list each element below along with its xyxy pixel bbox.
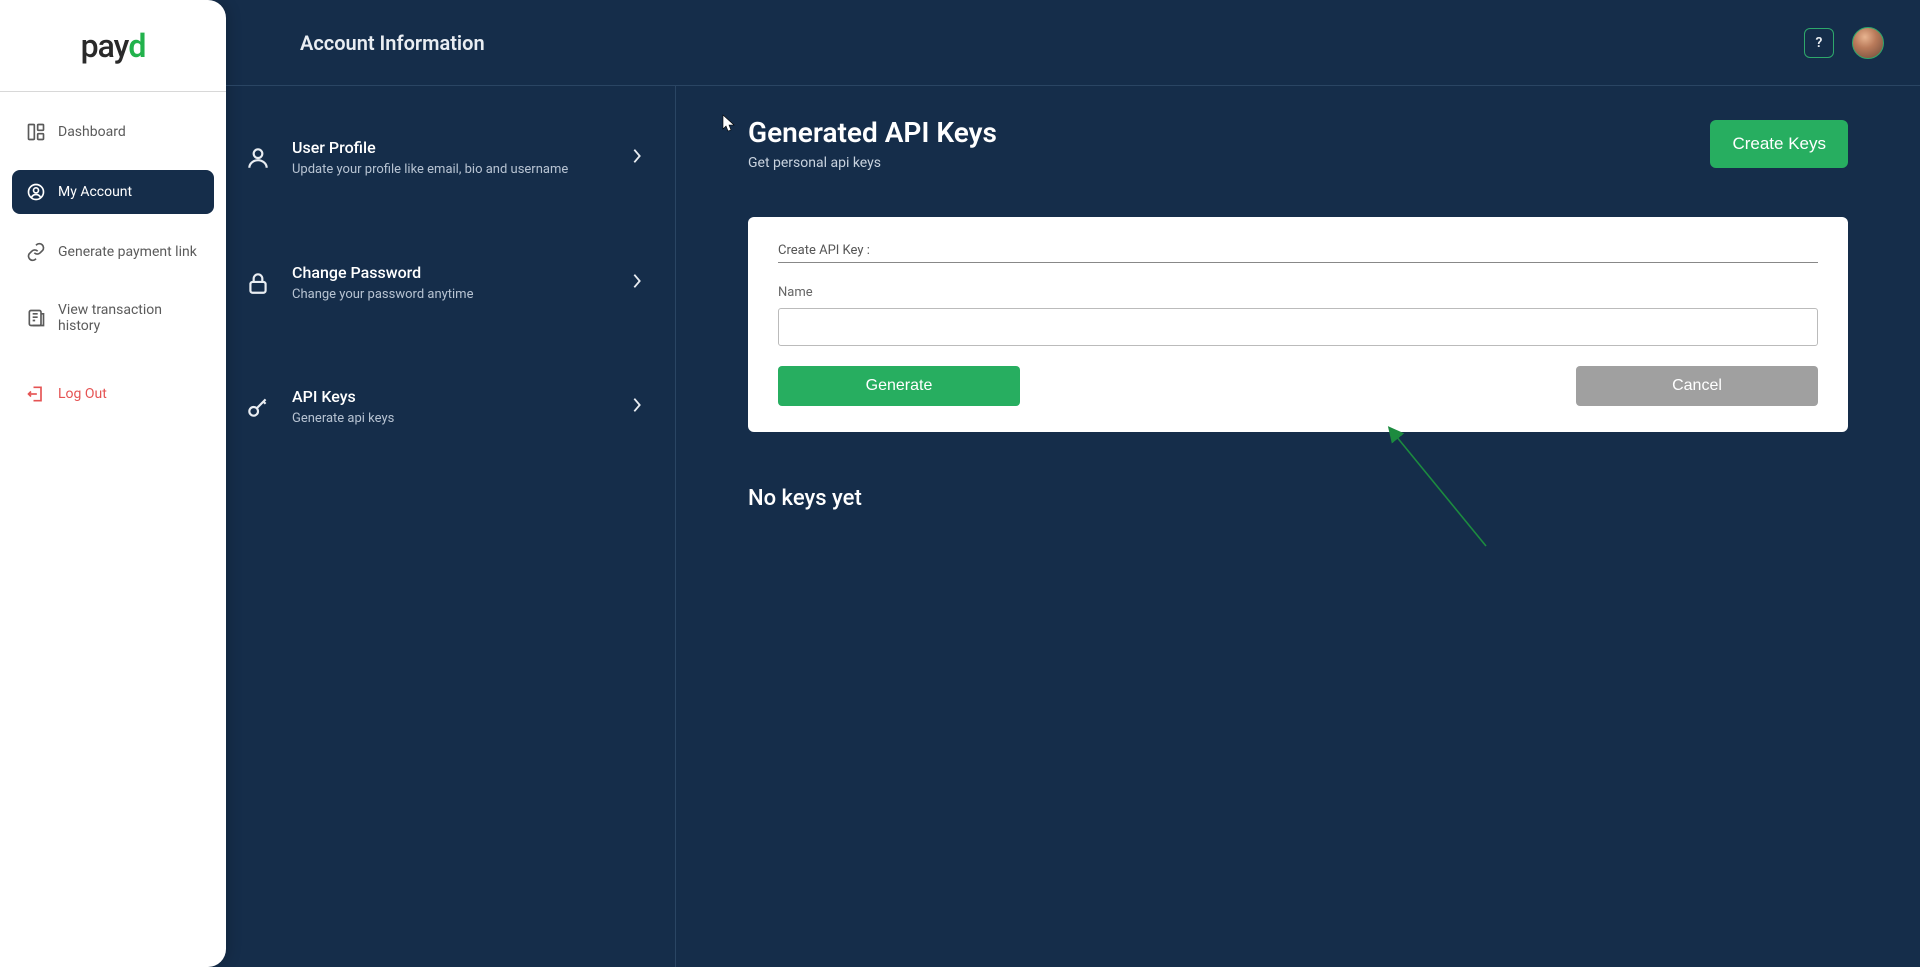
logo-prefix: pay [81,27,129,65]
topbar: Account Information ? [226,0,1920,86]
chevron-right-icon [631,396,643,418]
sidebar-item-label: View transaction history [58,302,200,334]
sidebar: payd Dashboard My Account Generate payme… [0,0,226,967]
sidebar-item-label: Dashboard [58,124,126,140]
sidebar-item-label: Log Out [58,386,107,402]
right-panel: Generated API Keys Get personal api keys… [676,86,1920,967]
account-icon [26,182,46,202]
key-icon [244,393,272,421]
sidebar-item-label: My Account [58,184,132,200]
create-keys-button[interactable]: Create Keys [1710,120,1848,168]
avatar[interactable] [1852,27,1884,59]
main: Account Information ? User Profile Updat… [226,0,1920,967]
sidebar-item-log-out[interactable]: Log Out [12,372,214,416]
settings-item-desc: Update your profile like email, bio and … [292,161,572,179]
dashboard-icon [26,122,46,142]
lock-icon [244,269,272,297]
empty-state: No keys yet [748,486,1848,511]
chevron-right-icon [631,272,643,294]
page-title: Account Information [300,31,485,55]
user-icon [244,144,272,172]
sidebar-item-generate-payment-link[interactable]: Generate payment link [12,230,214,274]
create-api-key-card: Create API Key : Name Generate Cancel [748,217,1848,432]
settings-column: User Profile Update your profile like em… [226,86,676,967]
sidebar-item-my-account[interactable]: My Account [12,170,214,214]
content-row: User Profile Update your profile like em… [226,86,1920,967]
sidebar-item-label: Generate payment link [58,244,197,260]
help-icon: ? [1816,35,1823,51]
logout-icon [26,384,46,404]
help-button[interactable]: ? [1804,28,1834,58]
settings-item-desc: Generate api keys [292,410,572,428]
history-icon [26,308,46,328]
link-icon [26,242,46,262]
panel-title: Generated API Keys [748,116,997,149]
logo-accent: d [128,27,145,65]
chevron-right-icon [631,147,643,169]
settings-item-user-profile[interactable]: User Profile Update your profile like em… [226,116,675,201]
sidebar-item-dashboard[interactable]: Dashboard [12,110,214,154]
name-label: Name [778,285,1818,300]
settings-item-title: API Keys [292,387,611,406]
sidebar-item-view-transaction-history[interactable]: View transaction history [12,290,214,346]
settings-item-title: Change Password [292,263,611,282]
settings-item-change-password[interactable]: Change Password Change your password any… [226,241,675,326]
card-header: Create API Key : [778,243,1818,263]
settings-item-api-keys[interactable]: API Keys Generate api keys [226,365,675,450]
settings-item-desc: Change your password anytime [292,286,572,304]
cancel-button[interactable]: Cancel [1576,366,1818,406]
generate-button[interactable]: Generate [778,366,1020,406]
panel-subtitle: Get personal api keys [748,155,997,171]
settings-item-title: User Profile [292,138,611,157]
name-input[interactable] [778,308,1818,346]
panel-header: Generated API Keys Get personal api keys… [748,116,1848,171]
logo: payd [0,0,226,92]
sidebar-nav: Dashboard My Account Generate payment li… [0,92,226,434]
